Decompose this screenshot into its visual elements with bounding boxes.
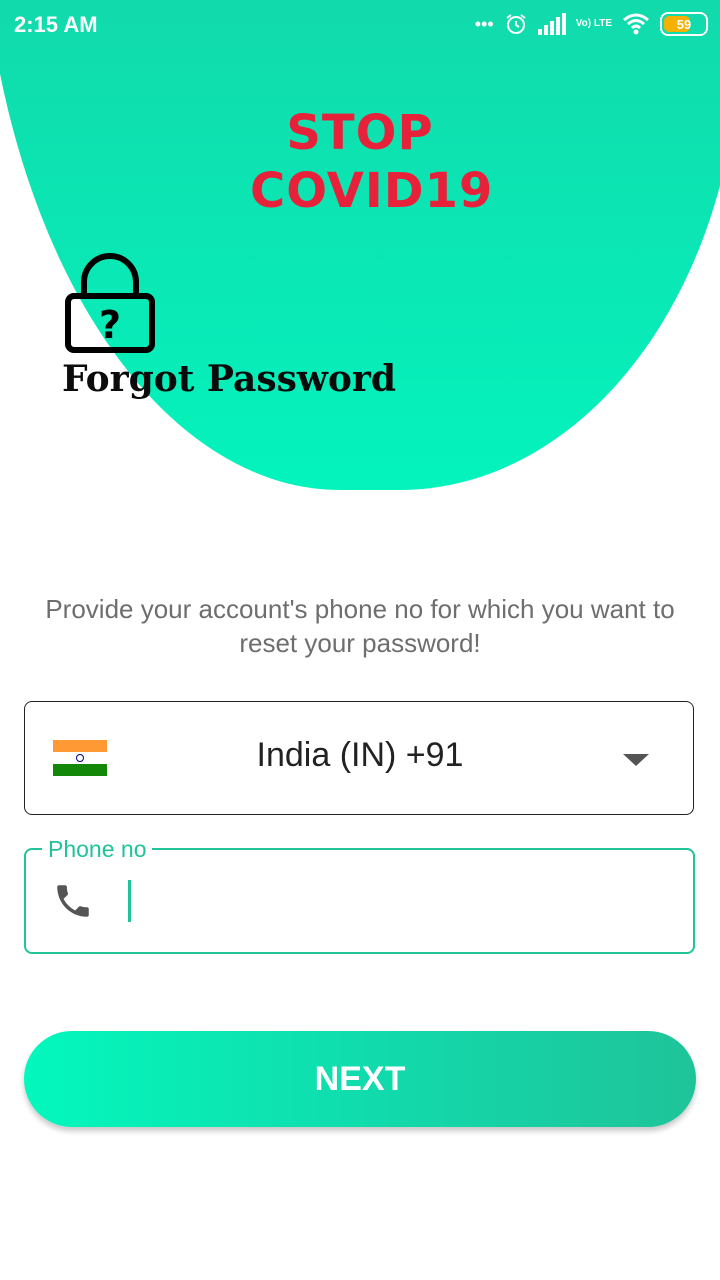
status-icons: ••• Vo) LTE 59 [475,12,708,36]
wifi-icon [623,13,649,35]
stop-covid19-logo: STOP COVID19 [250,104,494,220]
phone-field[interactable] [24,848,695,954]
header-background [0,0,720,490]
phone-input[interactable] [136,872,660,930]
lock-question-icon: ? [65,253,155,353]
alarm-icon [506,14,526,34]
selected-country: India (IN) +91 [256,736,464,774]
header-blob [0,0,720,490]
dots-icon: ••• [474,13,494,34]
instruction-text: Provide your account's phone no for whic… [45,594,675,658]
logo-line-stop: STOP [286,105,434,161]
battery-icon: 59 [660,12,708,36]
text-cursor [128,880,131,922]
country-code-select[interactable]: India (IN) +91 [24,701,694,815]
chevron-down-icon[interactable] [623,754,649,766]
phone-field-label: Phone no [42,836,153,863]
volte-icon: Vo) LTE [575,18,612,29]
signal-icon [537,13,566,35]
next-button[interactable]: NEXT [24,1031,696,1127]
status-time: 2:15 AM [14,12,98,37]
svg-text:?: ? [99,303,121,347]
battery-level: 59 [676,16,692,32]
phone-icon [57,885,89,917]
logo-line-covid19: COVID19 [250,163,494,219]
status-bar: 2:15 AM ••• Vo) LTE 59 [0,0,720,52]
page-title: Forgot Password [62,358,397,400]
